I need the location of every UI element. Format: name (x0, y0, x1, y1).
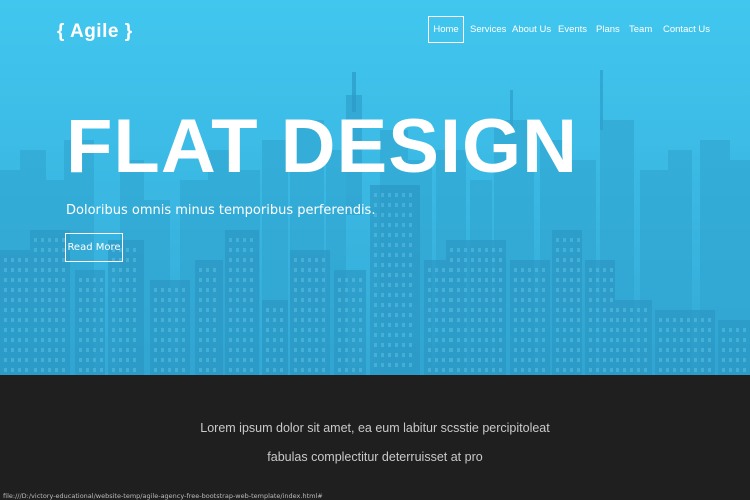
intro-text-line-1: Lorem ipsum dolor sit amet, ea eum labit… (200, 421, 550, 435)
nav-item-home[interactable]: Home (428, 16, 464, 43)
intro-section: Lorem ipsum dolor sit amet, ea eum labit… (0, 375, 750, 500)
status-bar-url: file:///D:/victory-educational/website-t… (0, 492, 326, 500)
hero-subtitle: Doloribus omnis minus temporibus perfere… (66, 203, 376, 218)
site-logo[interactable]: { Agile } (57, 21, 133, 43)
nav-item-contact-us[interactable]: Contact Us (663, 16, 710, 43)
hero-title: FLAT DESIGN (66, 104, 579, 189)
nav-item-services[interactable]: Services (470, 16, 506, 43)
nav-item-plans[interactable]: Plans (596, 16, 620, 43)
hero-banner: { Agile } Home Services About Us Events … (0, 0, 750, 375)
read-more-button[interactable]: Read More (65, 233, 123, 262)
nav-item-team[interactable]: Team (629, 16, 652, 43)
page: { Agile } Home Services About Us Events … (0, 0, 750, 500)
intro-text-line-2: fabulas complectitur deterruisset at pro (267, 450, 483, 464)
nav-item-about-us[interactable]: About Us (512, 16, 551, 43)
nav-item-events[interactable]: Events (558, 16, 587, 43)
